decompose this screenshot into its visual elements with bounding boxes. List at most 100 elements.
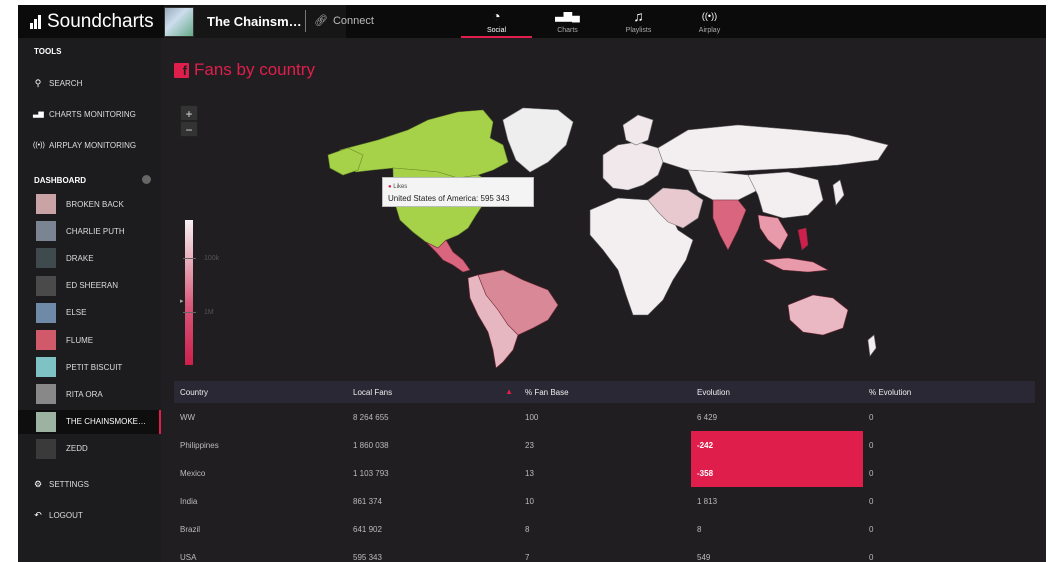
tab-charts[interactable]: ▃▆▄ Charts bbox=[532, 5, 603, 38]
sidebar-item-label: ELSE bbox=[66, 308, 87, 318]
zoom-out-button[interactable]: − bbox=[180, 121, 198, 137]
sidebar-item-label: DRAKE bbox=[66, 253, 94, 263]
map-country-greenland bbox=[502, 107, 574, 173]
nav-tabs: ◔ Social ▃▆▄ Charts ♫ Playlists ((•)) Ai… bbox=[461, 5, 745, 38]
brand-logo[interactable]: Soundcharts bbox=[30, 11, 154, 33]
map-country-australia bbox=[787, 294, 849, 336]
map-country-indonesia bbox=[761, 257, 830, 273]
cell-local-fans: 595 343 bbox=[353, 552, 382, 562]
cell-fan-base: 8 bbox=[525, 524, 530, 534]
sidebar-item-label: CHARTS MONITORING bbox=[49, 109, 136, 119]
map-region-central-asia bbox=[687, 169, 759, 201]
map-region-southeast-asia bbox=[757, 214, 789, 251]
sidebar-item-artist[interactable]: CHARLIE PUTH bbox=[18, 219, 161, 243]
sidebar-item-artist[interactable]: FLUME bbox=[18, 328, 161, 352]
tab-playlists-label: Playlists bbox=[625, 27, 652, 34]
bar-chart-icon: ▃▆ bbox=[33, 111, 44, 118]
tab-charts-label: Charts bbox=[557, 27, 578, 34]
cell-country: India bbox=[180, 496, 198, 506]
map-country-japan bbox=[832, 179, 845, 206]
connect-button[interactable]: 🔗︎ Connect bbox=[314, 14, 374, 28]
sidebar-item-artist[interactable]: BROKEN BACK bbox=[18, 192, 161, 216]
cell-percent-evolution: 0 bbox=[869, 496, 874, 506]
cell-local-fans: 8 264 655 bbox=[353, 412, 389, 422]
legend-tick bbox=[183, 258, 196, 259]
cell-fan-base: 10 bbox=[525, 496, 534, 506]
gear-icon: ⚙ bbox=[33, 478, 43, 489]
sidebar: TOOLS ⚲ SEARCH ▃▆ CHARTS MONITORING ((•)… bbox=[18, 38, 161, 562]
map-country-canada bbox=[339, 109, 509, 179]
map-country-new-zealand bbox=[867, 334, 877, 357]
tab-airplay[interactable]: ((•)) Airplay bbox=[674, 5, 745, 38]
table-row[interactable]: Philippines 1 860 038 23 -242 0 bbox=[174, 431, 1035, 459]
sidebar-item-artist[interactable]: ELSE bbox=[18, 301, 161, 325]
tooltip-text: United States of America: 595 343 bbox=[388, 194, 510, 203]
divider bbox=[305, 10, 306, 32]
avatar bbox=[36, 302, 56, 323]
sidebar-item-label: RITA ORA bbox=[66, 389, 103, 399]
sidebar-item-artist[interactable]: ZEDD bbox=[18, 437, 161, 461]
avatar bbox=[36, 438, 56, 459]
table-row[interactable]: WW 8 264 655 100 6 429 0 bbox=[174, 403, 1035, 431]
zoom-in-button[interactable]: + bbox=[180, 105, 198, 121]
sidebar-item-search[interactable]: ⚲ SEARCH bbox=[18, 73, 161, 93]
link-icon: 🔗︎ bbox=[314, 15, 328, 27]
sidebar-item-label: SEARCH bbox=[49, 78, 83, 88]
header-evolution[interactable]: Evolution bbox=[691, 381, 863, 403]
app-window: Soundcharts The Chainsm… 🔗︎ Connect ◔ So… bbox=[18, 5, 1046, 562]
avatar bbox=[36, 330, 56, 350]
logout-arrow-icon: ↶ bbox=[34, 509, 42, 520]
dashboard-heading: DASHBOARD bbox=[34, 176, 86, 185]
tab-airplay-label: Airplay bbox=[698, 27, 721, 34]
header-local-fans[interactable]: Local Fans ▲ bbox=[347, 386, 519, 397]
map-region-europe bbox=[602, 141, 664, 191]
sidebar-item-logout[interactable]: ↶ LOGOUT bbox=[18, 505, 161, 525]
header-country[interactable]: Country bbox=[174, 388, 347, 397]
sidebar-item-charts-monitoring[interactable]: ▃▆ CHARTS MONITORING bbox=[18, 104, 161, 124]
tab-social[interactable]: ◔ Social bbox=[461, 5, 532, 38]
sidebar-item-settings[interactable]: ⚙ SETTINGS bbox=[18, 474, 161, 494]
cell-evolution: -242 bbox=[691, 431, 863, 459]
table-row[interactable]: Mexico 1 103 793 13 -358 0 bbox=[174, 459, 1035, 487]
search-icon: ⚲ bbox=[34, 77, 42, 88]
avatar bbox=[36, 275, 56, 296]
cell-local-fans: 861 374 bbox=[353, 496, 382, 506]
map-tooltip: ● Likes United States of America: 595 34… bbox=[382, 177, 534, 207]
sidebar-item-label: ZEDD bbox=[66, 444, 88, 454]
sidebar-item-label: PETIT BISCUIT bbox=[66, 362, 123, 372]
tooltip-series: Likes bbox=[393, 184, 408, 190]
cell-evolution: 1 813 bbox=[697, 496, 718, 506]
table-header: Country Local Fans ▲ % Fan Base Evolutio… bbox=[174, 381, 1035, 403]
table-body: WW 8 264 655 100 6 429 0 Philippines 1 860 038… bbox=[174, 403, 1035, 562]
legend-label-1m: 1M bbox=[204, 309, 214, 316]
table-row[interactable]: USA 595 343 7 549 0 bbox=[174, 543, 1035, 562]
map-country-india bbox=[712, 199, 747, 251]
dashboard-settings-icon[interactable] bbox=[142, 175, 151, 184]
avatar bbox=[36, 194, 56, 214]
table-row[interactable]: Brazil 641 902 8 8 0 bbox=[174, 515, 1035, 543]
cell-evolution: 6 429 bbox=[697, 412, 718, 422]
radio-waves-icon: ((•)) bbox=[701, 11, 718, 21]
header-fan-base[interactable]: % Fan Base bbox=[519, 388, 691, 397]
sidebar-item-artist[interactable]: PETIT BISCUIT bbox=[18, 355, 161, 379]
tab-playlists[interactable]: ♫ Playlists bbox=[603, 5, 674, 38]
cell-fan-base: 100 bbox=[525, 412, 539, 422]
sidebar-item-artist[interactable]: ED SHEERAN bbox=[18, 274, 161, 298]
cell-local-fans: 641 902 bbox=[353, 524, 382, 534]
logo-bars-icon bbox=[30, 15, 44, 29]
facebook-icon: f bbox=[174, 62, 189, 78]
sort-arrow-icon: ▲ bbox=[505, 386, 513, 396]
map-region-scandinavia bbox=[622, 114, 654, 146]
tab-social-label: Social bbox=[486, 27, 507, 34]
sidebar-item-artist[interactable]: THE CHAINSMOKE… bbox=[18, 409, 161, 434]
sidebar-item-airplay-monitoring[interactable]: ((•)) AIRPLAY MONITORING bbox=[18, 135, 161, 155]
cell-percent-evolution: 0 bbox=[869, 412, 874, 422]
table-row[interactable]: India 861 374 10 1 813 0 bbox=[174, 487, 1035, 515]
sidebar-item-artist[interactable]: RITA ORA bbox=[18, 382, 161, 406]
header-percent-evolution[interactable]: % Evolution bbox=[863, 388, 1035, 397]
sidebar-item-artist[interactable]: DRAKE bbox=[18, 246, 161, 270]
cell-fan-base: 23 bbox=[525, 440, 534, 450]
world-map[interactable] bbox=[318, 100, 898, 370]
map-country-philippines bbox=[797, 227, 809, 251]
cell-country: USA bbox=[180, 552, 197, 562]
